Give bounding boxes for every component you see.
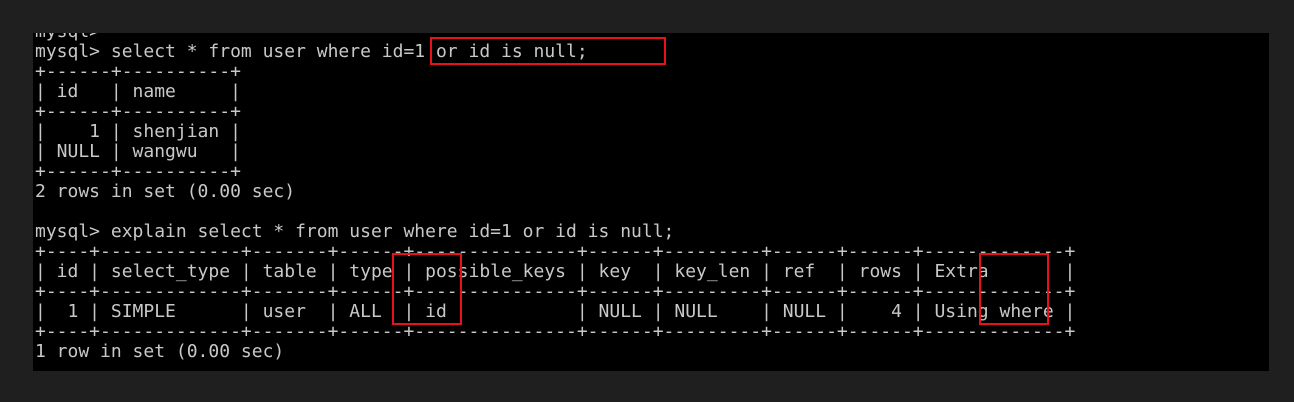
result-table-row: | 1 | shenjian |: [35, 122, 241, 142]
rows-column-highlight: [979, 253, 1049, 325]
explain-summary: 1 row in set (0.00 sec): [35, 342, 285, 362]
result-table-border: +------+----------+: [35, 102, 241, 122]
where-condition-highlight: [430, 37, 666, 65]
result-table-header: | id | name |: [35, 82, 241, 102]
explain-table-row: | 1 | SIMPLE | user | ALL | id | NULL | …: [35, 302, 1076, 322]
terminal-output: mysql>mysql> select * from user where id…: [35, 33, 1075, 362]
terminal-window[interactable]: mysql>mysql> select * from user where id…: [33, 33, 1269, 371]
explain-table-border: +----+-------------+-------+------+-----…: [35, 322, 1076, 342]
terminal-line-explain-query: mysql> explain select * from user where …: [35, 222, 675, 242]
explain-table-border: +----+-------------+-------+------+-----…: [35, 242, 1076, 262]
explain-table-border: +----+-------------+-------+------+-----…: [35, 282, 1076, 302]
result-table-row: | NULL | wangwu |: [35, 142, 241, 162]
explain-table-header: | id | select_type | table | type | poss…: [35, 262, 1076, 282]
type-column-highlight: [392, 253, 462, 325]
result-summary: 2 rows in set (0.00 sec): [35, 182, 296, 202]
result-table-border: +------+----------+: [35, 62, 241, 82]
result-table-border: +------+----------+: [35, 162, 241, 182]
